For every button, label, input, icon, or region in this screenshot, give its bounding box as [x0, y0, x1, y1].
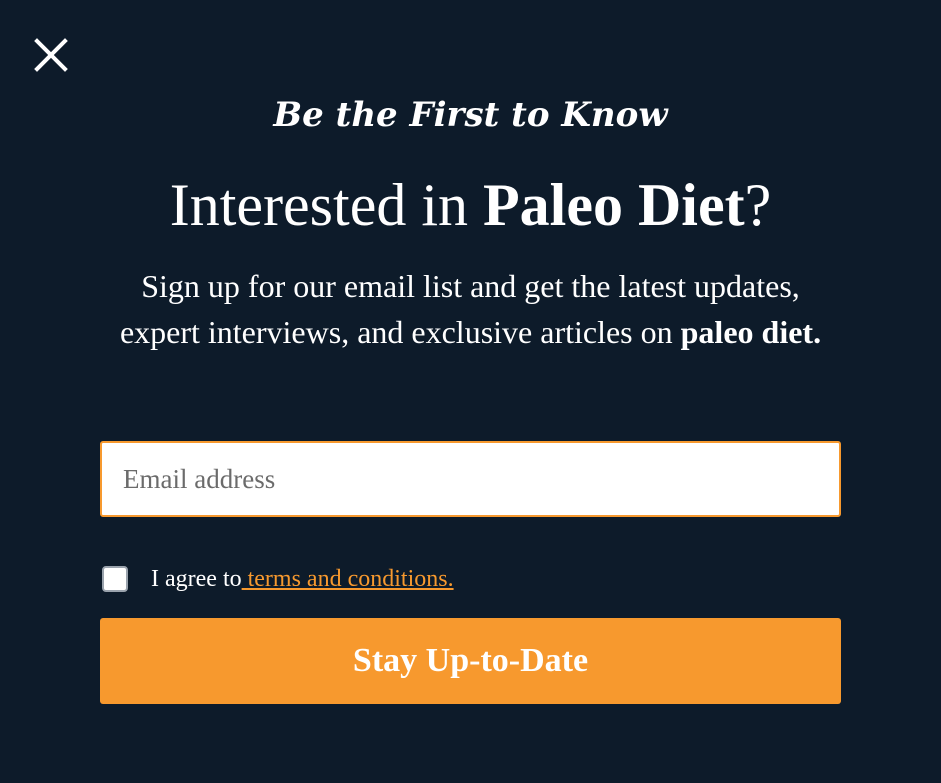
close-icon — [34, 38, 68, 72]
submit-button[interactable]: Stay Up-to-Date — [100, 618, 841, 704]
close-button[interactable] — [33, 37, 69, 73]
terms-link[interactable]: terms and conditions. — [242, 566, 454, 593]
headline: Interested in Paleo Diet? — [0, 170, 941, 240]
headline-suffix: ? — [744, 172, 772, 238]
description-topic: paleo diet. — [680, 314, 822, 350]
signup-modal: Be the First to Know Interested in Paleo… — [0, 0, 941, 783]
headline-prefix: Interested in — [169, 172, 483, 238]
description: Sign up for our email list and get the l… — [100, 263, 841, 355]
email-field[interactable] — [100, 441, 841, 517]
consent-label: I agree to — [151, 565, 242, 592]
kicker-title: Be the First to Know — [273, 95, 668, 135]
headline-topic: Paleo Diet — [483, 172, 745, 238]
terms-checkbox[interactable] — [102, 566, 128, 592]
terms-consent: I agree to terms and conditions. — [102, 563, 454, 595]
